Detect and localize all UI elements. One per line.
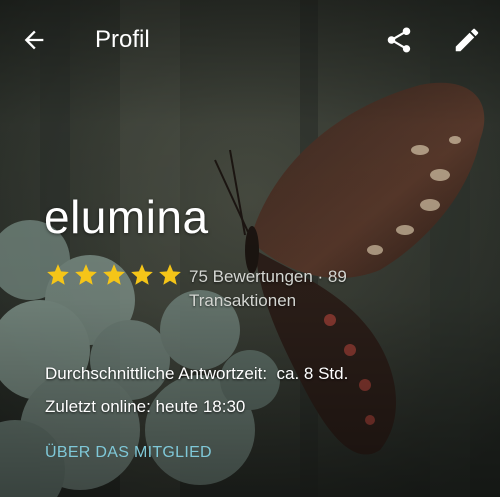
profile-screen: Profil elumina 75 Bewertungen · 89 Trans… <box>0 0 500 497</box>
app-bar: Profil <box>0 0 500 80</box>
response-time: Durchschnittliche Antwortzeit: ca. 8 Std… <box>45 364 349 383</box>
back-button[interactable] <box>16 22 52 58</box>
edit-button[interactable] <box>449 22 485 58</box>
share-icon <box>387 27 411 53</box>
arrow-back-icon <box>24 30 44 50</box>
about-member-link[interactable]: ÜBER DAS MITGLIED <box>45 444 212 462</box>
star-icon <box>159 264 181 285</box>
edit-pencil-icon <box>455 28 479 52</box>
page-title: Profil <box>95 26 150 53</box>
rating-stars <box>45 262 183 288</box>
last-online: Zuletzt online: heute 18:30 <box>45 397 246 416</box>
share-button[interactable] <box>381 22 417 58</box>
username: elumina <box>44 191 209 243</box>
star-icon <box>47 264 69 285</box>
reviews-transactions[interactable]: 75 Bewertungen · 89 Transaktionen <box>189 265 389 313</box>
star-icon <box>131 264 153 285</box>
star-icon <box>103 264 125 285</box>
star-icon <box>75 264 97 285</box>
